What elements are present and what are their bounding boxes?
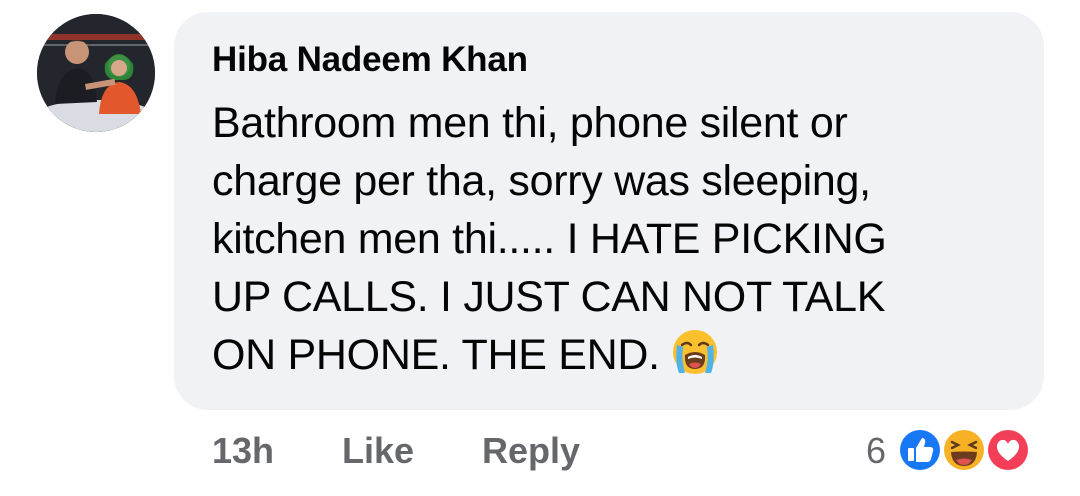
reaction-summary[interactable]: 6 <box>824 424 1044 476</box>
reaction-icons <box>897 427 1031 473</box>
comment-bubble: Hiba Nadeem Khan Bathroom men thi, phone… <box>174 12 1044 410</box>
loudly-crying-face-icon <box>672 330 717 374</box>
comment-line: charge per tha, sorry was sleeping, <box>212 157 871 205</box>
comment-line: kitchen men thi..... I HATE PICKING <box>212 215 887 263</box>
reaction-count: 6 <box>865 430 886 471</box>
comment-text: Bathroom men thi, phone silent or charge… <box>212 94 1012 384</box>
comment-line: Bathroom men thi, phone silent or <box>212 99 848 147</box>
comment-line: UP CALLS. I JUST CAN NOT TALK <box>212 273 886 321</box>
like-button[interactable]: Like <box>342 430 414 472</box>
comment-container: Hiba Nadeem Khan Bathroom men thi, phone… <box>0 0 1080 496</box>
haha-icon <box>941 427 987 473</box>
comment-line: ON PHONE. THE END. <box>212 331 660 379</box>
love-icon <box>985 427 1031 473</box>
comment-last-line: ON PHONE. THE END. <box>212 326 1012 384</box>
reply-button[interactable]: Reply <box>482 430 580 472</box>
like-icon <box>897 427 943 473</box>
timestamp[interactable]: 13h <box>212 430 274 472</box>
comment-author[interactable]: Hiba Nadeem Khan <box>212 40 528 80</box>
avatar[interactable] <box>37 14 155 132</box>
avatar-image <box>37 14 155 132</box>
